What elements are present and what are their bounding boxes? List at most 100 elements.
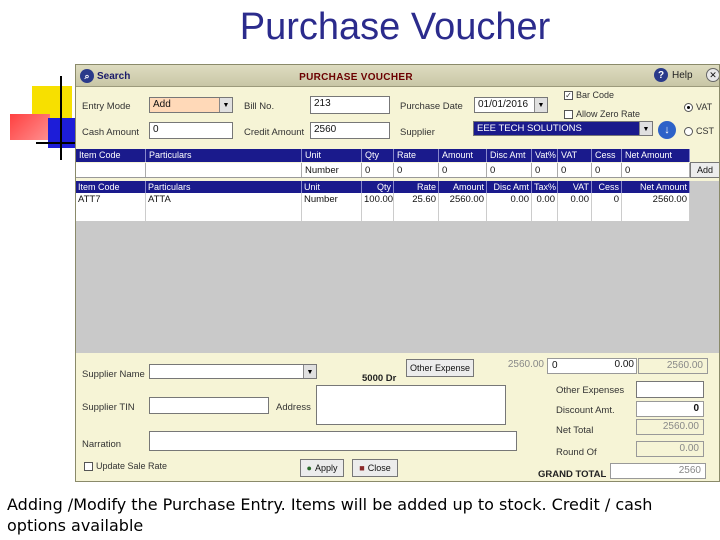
cst-label: CST [696,126,714,136]
calendar-dropdown-icon[interactable]: ▼ [534,98,547,112]
barcode-checkbox[interactable]: ✓ Bar Code [564,90,614,100]
net-total-label: Net Total [556,425,594,436]
supplier-label: Supplier [400,127,435,138]
amount-total: 2560.00 [482,358,548,374]
other-expenses-input[interactable] [636,381,704,398]
entry-line-inputs: Number▼ 0 0 0 0 0 0 0 0 [76,163,690,178]
address-label: Address [276,402,311,413]
window-toolbar: ⌕ Search PURCHASE VOUCHER ? Help ✕ [76,65,719,87]
vat-pct-input[interactable]: 0 [532,163,558,177]
net-total-top: 2560.00 [638,358,708,374]
item-code-input[interactable] [76,163,146,177]
allow-zero-rate-checkbox[interactable]: Allow Zero Rate [564,109,640,119]
close-icon: ■ [359,463,365,473]
vat-radio[interactable]: VAT [684,102,712,112]
cash-amount-input[interactable]: 0 [149,122,233,139]
discount-amt-input[interactable]: 0 [636,401,704,417]
grid-col-header: Cess [592,181,622,193]
entry-col-header: Amount [439,149,487,162]
update-sale-rate-checkbox[interactable]: Update Sale Rate [84,461,167,471]
other-expenses-label: Other Expenses [556,385,625,396]
grand-total-value: 2560 [610,463,706,479]
purchase-date-input[interactable]: 01/01/2016 ▼ [474,97,548,113]
entry-col-header: Disc Amt [487,149,532,162]
address-textarea[interactable] [316,385,506,425]
unit-select[interactable]: Number▼ [302,163,362,177]
entry-col-header: Item Code [76,149,146,162]
cell-cess: 0 [592,193,622,221]
supplier-select[interactable]: EEE TECH SOLUTIONS ▼ [473,121,653,136]
grand-total-label: GRAND TOTAL [538,469,607,480]
round-off-value: 0.00 [636,441,704,457]
help-icon: ? [654,68,668,82]
supplier-tin-input[interactable] [149,397,269,414]
cess-input[interactable]: 0 [592,163,622,177]
cell-tax-pct: 0.00 [532,193,558,221]
bill-no-input[interactable]: 213 [310,96,390,114]
items-grid: Item Code Particulars Unit Qty Rate Amou… [76,181,719,353]
entry-col-header: Rate [394,149,439,162]
grid-col-header: Item Code [76,181,146,193]
narration-label: Narration [82,439,122,450]
narration-input[interactable] [149,431,517,451]
vat-label: VAT [696,102,713,112]
cell-rate: 25.60 [394,193,439,221]
cell-particulars: ATTA [146,193,302,221]
cst-radio[interactable]: CST [684,126,714,136]
vat-input[interactable]: 0 [558,163,592,177]
check-icon: ✓ [564,90,573,100]
grid-col-header: Amount [439,181,487,193]
disc-amt-input[interactable]: 0 [487,163,532,177]
entry-col-header: Unit [302,149,362,162]
bill-no-label: Bill No. [244,101,275,112]
grid-col-header: VAT [558,181,592,193]
grid-col-header: Unit [302,181,362,193]
entry-col-header: Net Amount [622,149,690,162]
entry-mode-select[interactable]: Add ▼ [149,97,233,113]
entry-col-header: VAT [558,149,592,162]
cell-unit: Number [302,193,362,221]
entry-col-header: Vat% [532,149,558,162]
particulars-input[interactable] [146,163,302,177]
cash-amount-label: Cash Amount [82,127,140,138]
radio-unselected-icon [684,126,693,136]
help-button[interactable]: ? Help [654,68,693,82]
close-label: Close [367,463,391,473]
cell-disc-amt: 0.00 [487,193,532,221]
decor-red-square [10,114,50,140]
supplier-name-select[interactable]: ▼ [149,364,317,379]
grid-col-header: Rate [394,181,439,193]
chevron-down-icon[interactable]: ▼ [639,122,652,135]
rate-input[interactable]: 0 [394,163,439,177]
grid-col-header: Net Amount [622,181,690,193]
slide-caption: Adding /Modify the Purchase Entry. Items… [7,495,653,535]
close-button[interactable]: ■ Close [352,459,398,477]
arrow-down-circle-icon[interactable]: ↓ [658,121,676,139]
cell-item-code: ATT7 [76,193,146,221]
supplier-value: EEE TECH SOLUTIONS [477,123,582,134]
purchase-voucher-window: ⌕ Search PURCHASE VOUCHER ? Help ✕ Entry… [75,64,720,482]
qty-input[interactable]: 0 [362,163,394,177]
radio-selected-icon [684,102,693,112]
sundry-balance: 5000 Dr [362,373,397,384]
credit-amount-label: Credit Amount [244,127,305,138]
other-expense-button[interactable]: Other Expense [406,359,474,377]
grid-col-header: Tax% [534,181,558,193]
close-window-icon[interactable]: ✕ [706,68,719,82]
entry-line-header: Item Code Particulars Unit Qty Rate Amou… [76,149,690,162]
chevron-down-icon[interactable]: ▼ [219,98,232,112]
net-amount-input[interactable]: 0 [622,163,690,177]
update-sale-rate-label: Update Sale Rate [96,461,168,471]
amount-input[interactable]: 0 [439,163,487,177]
table-row[interactable]: ATT7 ATTA Number 100.00 25.60 2560.00 0.… [76,193,690,221]
unit-value: Number [305,165,339,176]
apply-button[interactable]: ● Apply [300,459,344,477]
chevron-down-icon[interactable]: ▼ [303,365,316,378]
items-grid-header: Item Code Particulars Unit Qty Rate Amou… [76,181,690,193]
add-item-button[interactable]: Add [690,162,719,178]
cell-amount: 2560.00 [439,193,487,221]
net-total-value: 2560.00 [636,419,704,435]
credit-amount-input[interactable]: 2560 [310,122,390,139]
round-off-label: Round Of [556,447,597,458]
purchase-date-value: 01/01/2016 [478,99,529,110]
